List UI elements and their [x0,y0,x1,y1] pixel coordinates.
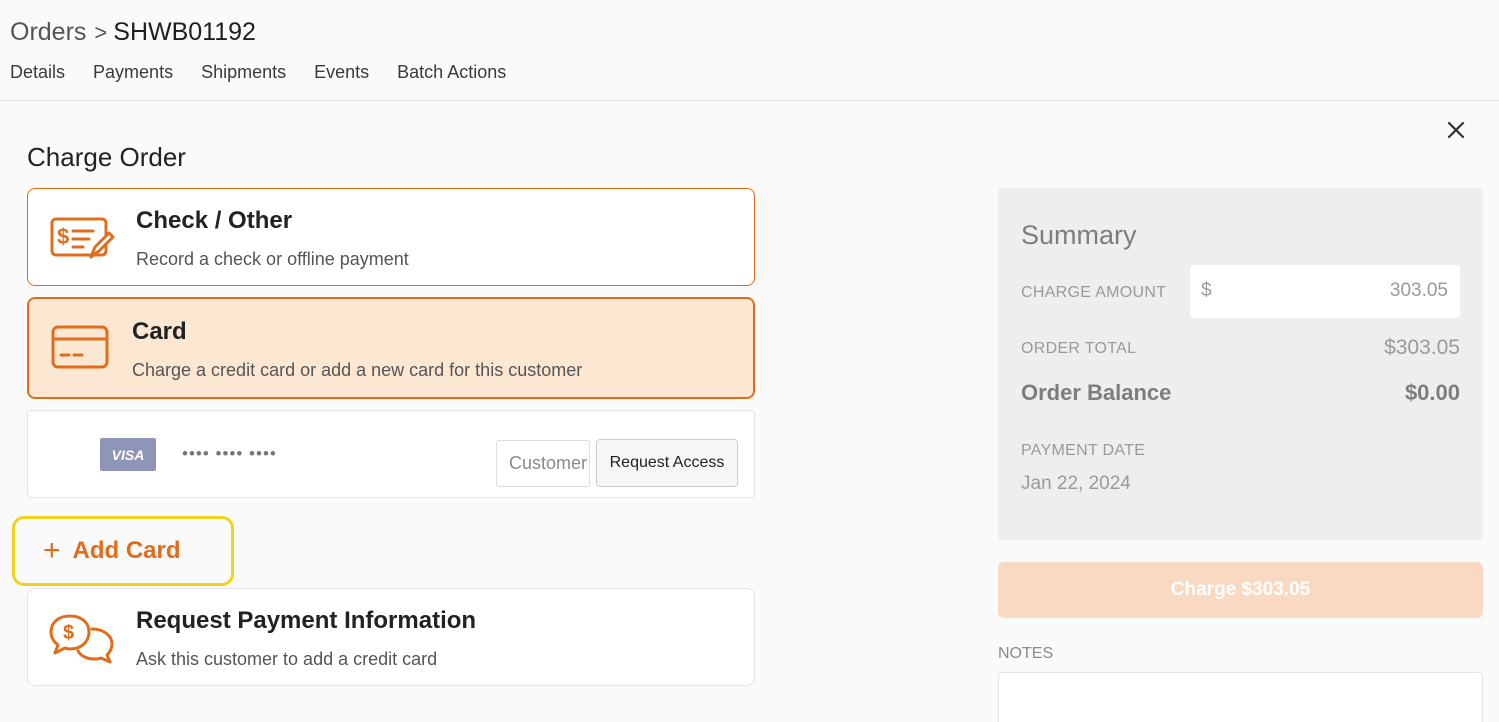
order-total-label: ORDER TOTAL [1021,340,1137,357]
charge-button[interactable]: Charge $303.05 [998,562,1483,618]
credit-card-icon [51,325,111,376]
visa-icon: VISA [100,438,156,471]
tab-batch-actions[interactable]: Batch Actions [397,62,506,83]
page-header: Orders > SHWB01192 Details Payments Ship… [0,0,1499,101]
saved-card-row[interactable]: VISA •••• •••• •••• Customer Request Acc… [27,410,755,498]
notes-textarea[interactable] [998,672,1483,722]
card-option[interactable]: Card Charge a credit card or add a new c… [27,297,755,399]
tab-bar: Details Payments Shipments Events Batch … [10,62,534,83]
charge-amount-label: CHARGE AMOUNT [1021,284,1167,301]
section-title: Charge Order [27,142,186,172]
tab-events[interactable]: Events [314,62,369,83]
svg-text:$: $ [63,622,74,644]
card-number-masked: •••• •••• •••• [182,444,277,463]
breadcrumb-separator: > [94,19,108,45]
option-description: Record a check or offline payment [136,249,409,269]
payment-date-label: PAYMENT DATE [1021,442,1146,459]
summary-heading: Summary [1021,220,1137,250]
svg-text:$: $ [57,224,69,249]
check-other-option[interactable]: $ Check / Other Record a check or offlin… [27,188,755,286]
summary-panel: Summary CHARGE AMOUNT $ 303.05 ORDER TOT… [998,188,1483,540]
add-card-button[interactable]: + Add Card [12,516,234,586]
close-icon[interactable] [1444,118,1468,142]
option-title: Card [132,318,187,345]
tab-payments[interactable]: Payments [93,62,173,83]
option-description: Ask this customer to add a credit card [136,649,438,669]
option-title: Check / Other [136,207,293,234]
order-balance-value: $0.00 [1404,380,1460,405]
order-balance-label: Order Balance [1021,380,1172,405]
chat-dollar-icon: $ [48,613,116,670]
option-description: Charge a credit card or add a new card f… [132,360,583,380]
breadcrumb: Orders > SHWB01192 [10,18,256,47]
add-card-label: Add Card [72,537,181,564]
plus-icon: + [43,534,61,567]
payment-date-value[interactable]: Jan 22, 2024 [1021,473,1131,495]
check-payment-icon: $ [49,213,115,266]
tab-shipments[interactable]: Shipments [201,62,286,83]
charge-amount-value: 303.05 [1389,280,1448,301]
request-payment-option[interactable]: $ Request Payment Information Ask this c… [27,588,755,686]
option-title: Request Payment Information [136,607,477,634]
notes-label: NOTES [998,645,1054,662]
card-cvc-input[interactable]: Customer [496,440,590,487]
tab-details[interactable]: Details [10,62,65,83]
breadcrumb-orders-link[interactable]: Orders [10,18,86,47]
request-access-button[interactable]: Request Access [596,439,738,487]
currency-symbol: $ [1201,280,1212,301]
charge-amount-input[interactable]: $ 303.05 [1190,265,1460,318]
order-total-value: $303.05 [1384,336,1460,359]
page-title: SHWB01192 [113,18,256,46]
